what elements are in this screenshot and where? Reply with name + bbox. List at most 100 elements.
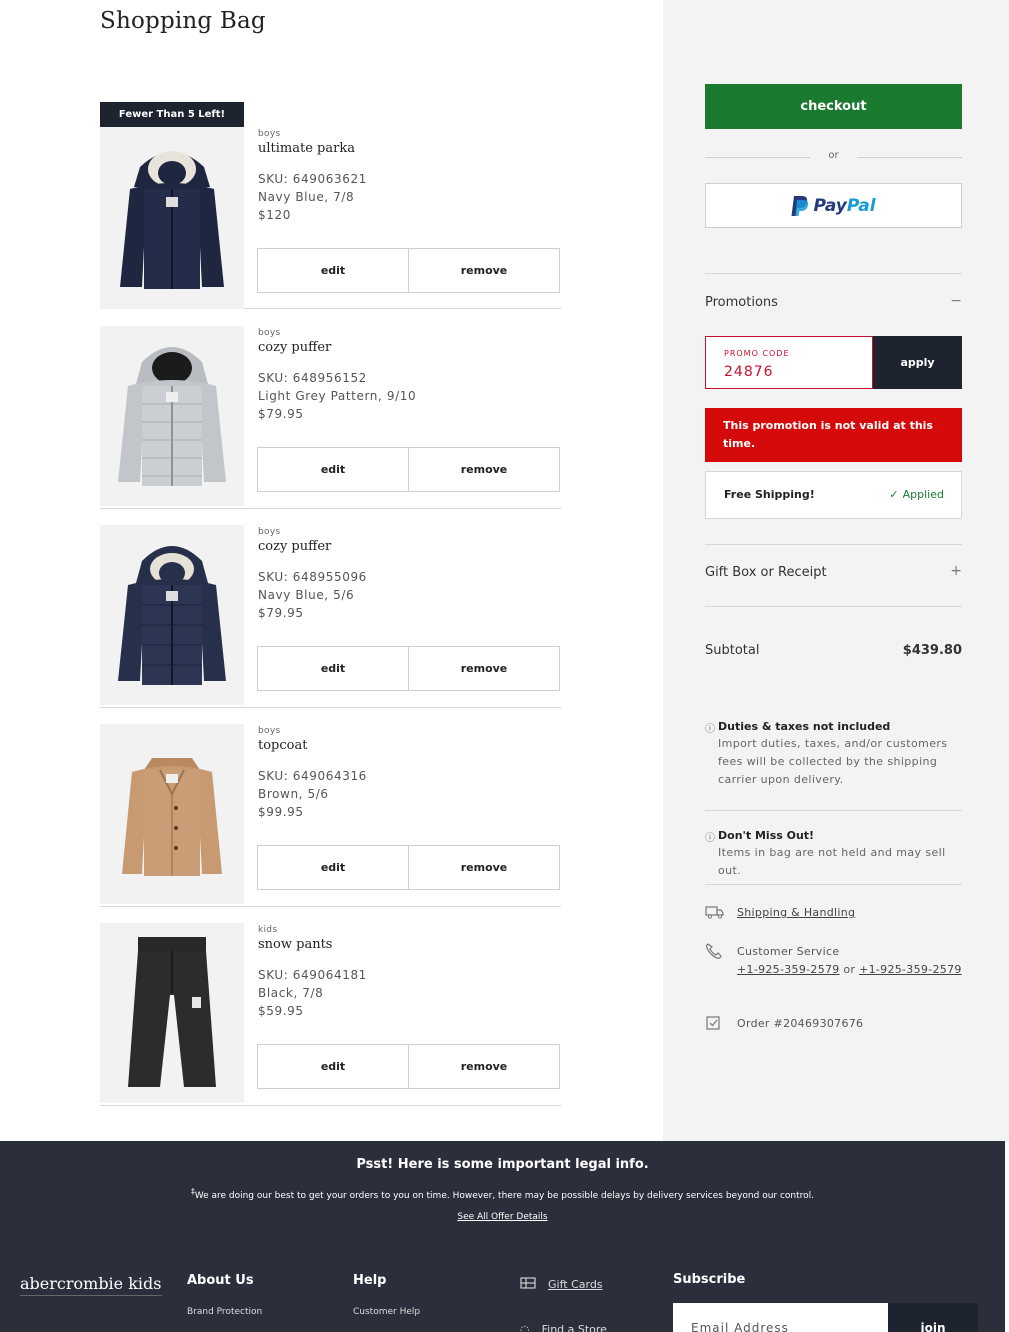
- promo-error-message: This promotion is not valid at this time…: [705, 408, 962, 462]
- product-name[interactable]: cozy puffer: [258, 539, 558, 554]
- phone-or: or: [843, 963, 856, 976]
- low-stock-badge: Fewer Than 5 Left!: [100, 102, 244, 127]
- product-price: $79.95: [258, 606, 304, 620]
- remove-button[interactable]: remove: [408, 647, 559, 690]
- paypal-label-pal: Pal: [846, 195, 876, 216]
- duties-body: Import duties, taxes, and/or customers f…: [718, 737, 948, 786]
- subtotal-value: $439.80: [902, 643, 962, 658]
- product-category: boys: [258, 328, 281, 338]
- find-store-row: ◌ Find a Store: [520, 1323, 607, 1332]
- product-image-topcoat[interactable]: [100, 724, 244, 904]
- find-store-link[interactable]: Find a Store: [542, 1323, 607, 1332]
- divider: [705, 884, 962, 885]
- shipping-handling-link[interactable]: Shipping & Handling: [737, 906, 855, 919]
- free-shipping-promo: Free Shipping! ✓ Applied: [705, 471, 962, 519]
- product-name[interactable]: topcoat: [258, 738, 558, 753]
- product-image-snow-pants[interactable]: [100, 923, 244, 1103]
- checkout-button[interactable]: checkout: [705, 84, 962, 129]
- paypal-button[interactable]: Pay Pal: [705, 183, 962, 228]
- check-icon: ✓: [889, 488, 899, 501]
- email-field[interactable]: Email Address: [673, 1303, 888, 1332]
- or-divider: or: [705, 150, 962, 164]
- duties-title: Duties & taxes not included: [718, 720, 891, 733]
- paypal-label-pay: Pay: [813, 195, 847, 216]
- product-name[interactable]: snow pants: [258, 937, 558, 952]
- product-image-navy-puffer[interactable]: [100, 525, 244, 705]
- divider: [705, 606, 962, 607]
- edit-button[interactable]: edit: [258, 846, 408, 889]
- product-price: $59.95: [258, 1004, 304, 1018]
- phone-link-2[interactable]: +1-925-359-2579: [859, 963, 962, 976]
- help-heading[interactable]: Help: [353, 1273, 386, 1288]
- gift-card-icon: [520, 1277, 536, 1289]
- cart-item: boys cozy puffer SKU: 648955096 Navy Blu…: [100, 525, 561, 708]
- about-us-heading[interactable]: About Us: [187, 1273, 254, 1288]
- product-sku: SKU: 648955096: [258, 570, 367, 584]
- product-variant: Brown, 5/6: [258, 787, 329, 801]
- edit-button[interactable]: edit: [258, 249, 408, 292]
- brand-protection-link[interactable]: Brand Protection: [187, 1307, 262, 1317]
- order-number-row: Order #20469307676: [705, 1015, 962, 1033]
- product-price: $99.95: [258, 805, 304, 819]
- product-variant: Light Grey Pattern, 9/10: [258, 389, 417, 403]
- miss-out-body: Items in bag are not held and may sell o…: [718, 846, 946, 877]
- product-sku: SKU: 649064181: [258, 968, 367, 982]
- remove-button[interactable]: remove: [408, 249, 559, 292]
- legal-title: Psst! Here is some important legal info.: [356, 1157, 649, 1172]
- checkbox-icon: [706, 1016, 720, 1030]
- product-sku: SKU: 648956152: [258, 371, 367, 385]
- product-category: boys: [258, 527, 281, 537]
- page-title: Shopping Bag: [100, 8, 266, 34]
- remove-button[interactable]: remove: [408, 1045, 559, 1088]
- product-category: boys: [258, 726, 281, 736]
- gift-cards-link[interactable]: Gift Cards: [548, 1278, 603, 1291]
- product-image-grey-puffer[interactable]: [100, 326, 244, 506]
- apply-button[interactable]: apply: [873, 336, 962, 389]
- divider: [705, 544, 962, 545]
- product-image-parka[interactable]: [100, 127, 244, 309]
- expand-icon[interactable]: +: [950, 563, 962, 579]
- product-variant: Navy Blue, 7/8: [258, 190, 355, 204]
- product-variant: Black, 7/8: [258, 986, 324, 1000]
- order-summary-panel: checkout or Pay Pal Promotions − PROMO CO…: [663, 0, 1009, 1141]
- product-name[interactable]: cozy puffer: [258, 340, 558, 355]
- edit-button[interactable]: edit: [258, 448, 408, 491]
- product-sku: SKU: 649064316: [258, 769, 367, 783]
- remove-button[interactable]: remove: [408, 448, 559, 491]
- promo-code-field[interactable]: PROMO CODE 24876: [705, 336, 873, 389]
- cart-item: boys cozy puffer SKU: 648956152 Light Gr…: [100, 326, 561, 509]
- divider: [705, 273, 962, 274]
- or-label: or: [828, 150, 839, 161]
- info-icon: ⓘ: [705, 833, 715, 844]
- offer-details-link[interactable]: See All Offer Details: [0, 1212, 1005, 1222]
- product-price: $79.95: [258, 407, 304, 421]
- brand-logo[interactable]: abercrombie kids: [20, 1274, 162, 1296]
- join-button[interactable]: join: [888, 1303, 978, 1332]
- gift-box-title[interactable]: Gift Box or Receipt: [705, 565, 827, 580]
- remove-button[interactable]: remove: [408, 846, 559, 889]
- cart-item: boys topcoat SKU: 649064316 Brown, 5/6 $…: [100, 724, 561, 907]
- promotions-title[interactable]: Promotions: [705, 295, 778, 310]
- product-price: $120: [258, 208, 291, 222]
- gift-cards-row: Gift Cards: [520, 1277, 603, 1291]
- customer-service-row: Customer Service +1-925-359-2579 or +1-9…: [705, 943, 962, 979]
- customer-service-label: Customer Service: [737, 945, 840, 958]
- product-name[interactable]: ultimate parka: [258, 141, 558, 156]
- edit-button[interactable]: edit: [258, 647, 408, 690]
- product-sku: SKU: 649063621: [258, 172, 367, 186]
- applied-status: Applied: [902, 488, 944, 501]
- collapse-icon[interactable]: −: [950, 293, 962, 309]
- product-category: kids: [258, 925, 278, 935]
- info-icon: ⓘ: [705, 724, 715, 735]
- promo-code-value[interactable]: 24876: [724, 364, 774, 380]
- cart-item: Fewer Than 5 Left! boys ultimate parka S…: [100, 102, 561, 309]
- phone-link-1[interactable]: +1-925-359-2579: [737, 963, 840, 976]
- duties-note: ⓘ Duties & taxes not included Import dut…: [705, 720, 962, 789]
- truck-icon: [705, 906, 724, 919]
- legal-body: We are doing our best to get your orders…: [194, 1191, 815, 1201]
- location-icon: ◌: [520, 1323, 530, 1332]
- edit-button[interactable]: edit: [258, 1045, 408, 1088]
- product-category: boys: [258, 129, 281, 139]
- customer-help-link[interactable]: Customer Help: [353, 1307, 420, 1317]
- cart-item: kids snow pants SKU: 649064181 Black, 7/…: [100, 923, 561, 1106]
